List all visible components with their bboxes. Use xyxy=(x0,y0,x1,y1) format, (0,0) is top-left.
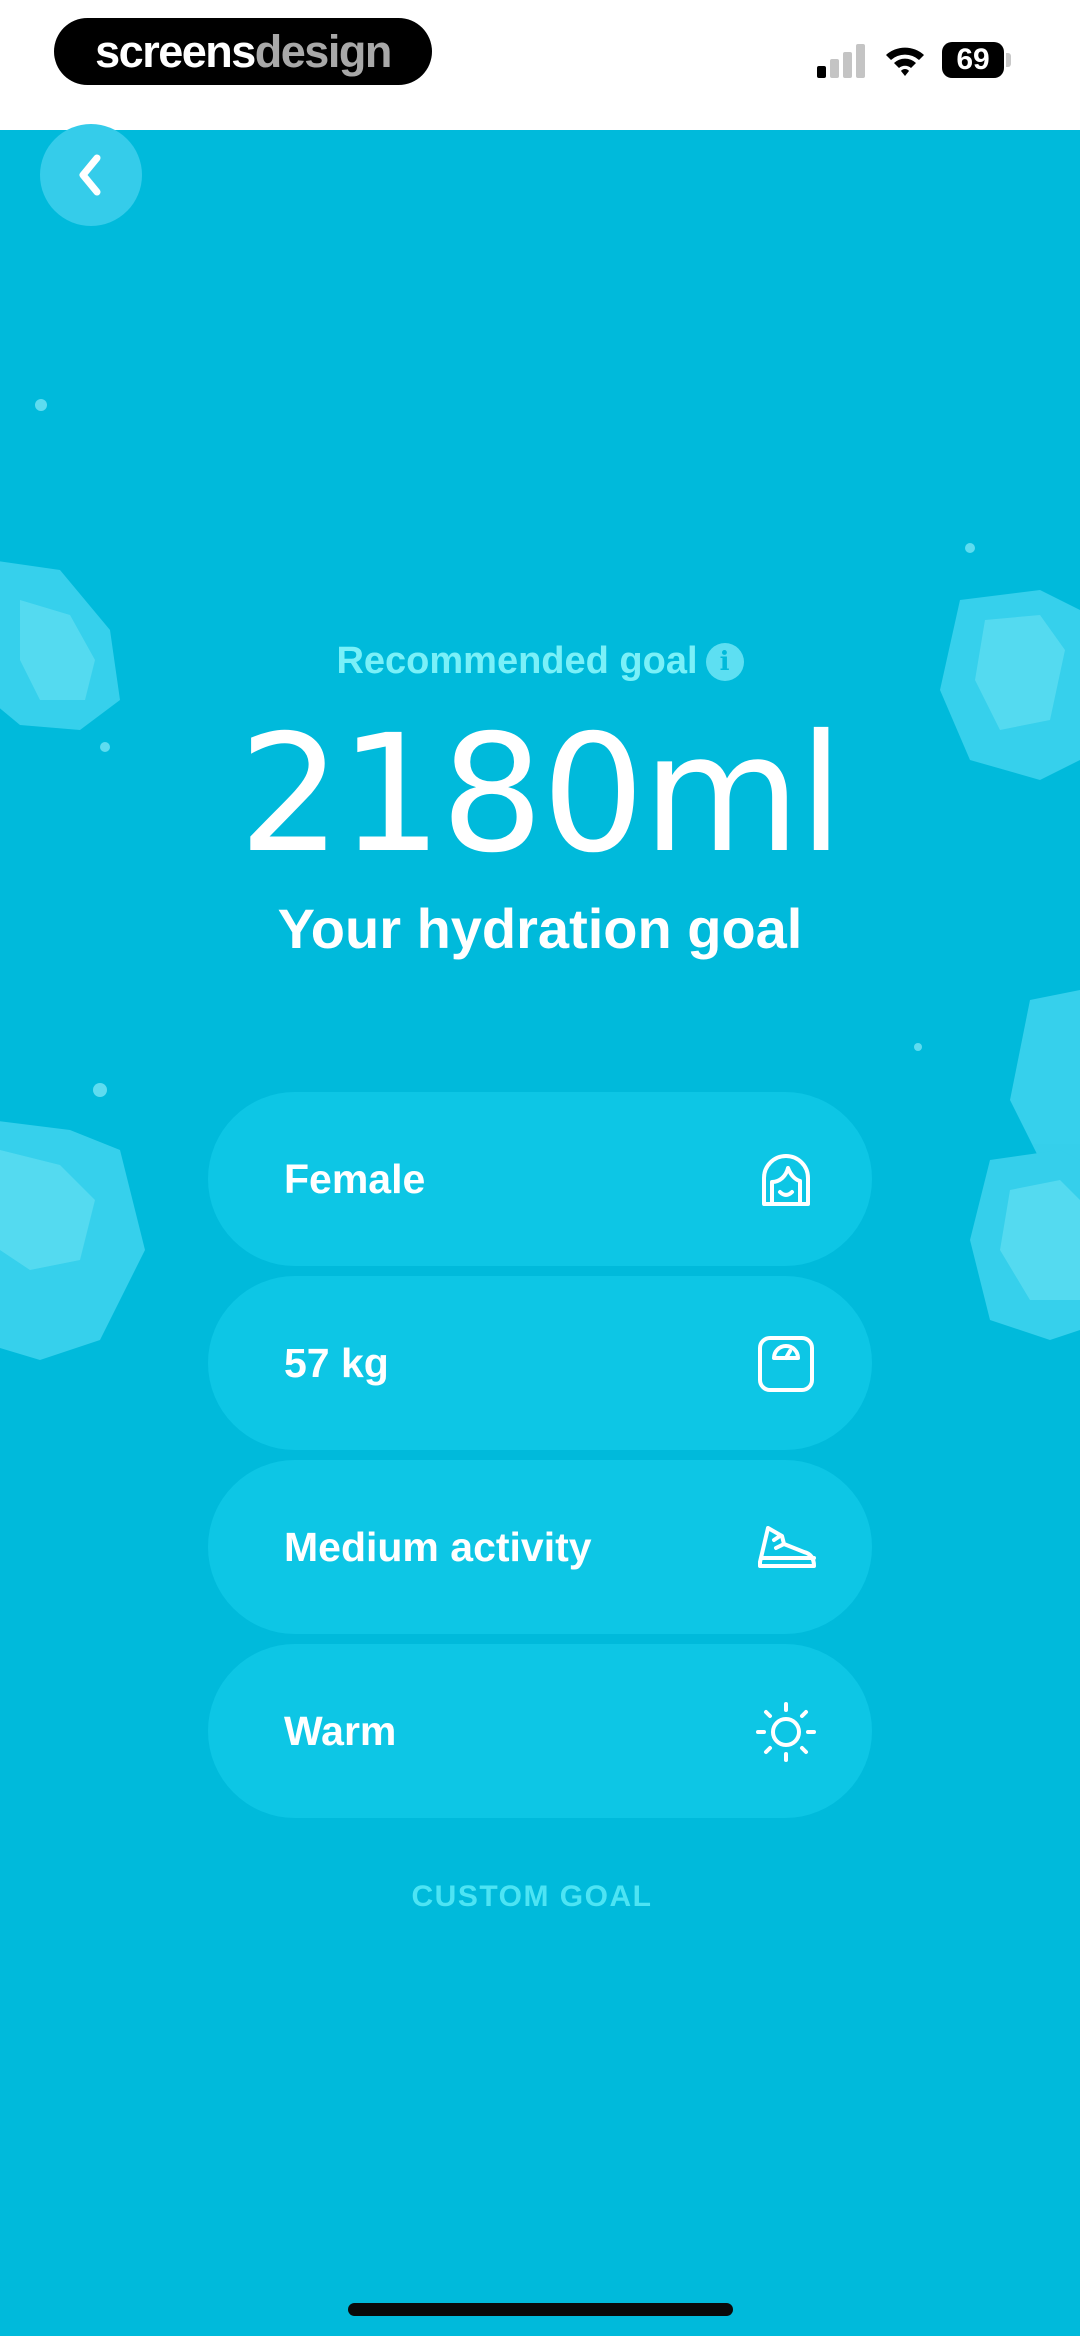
weight-option[interactable]: 57 kg xyxy=(208,1276,872,1450)
goal-amount: 2180ml xyxy=(238,701,843,889)
back-button[interactable] xyxy=(40,124,142,226)
info-icon[interactable]: i xyxy=(705,643,744,681)
option-label: Medium activity xyxy=(284,1524,592,1570)
activity-option[interactable]: Medium activity xyxy=(208,1460,872,1634)
screensdesign-logo: screensdesign xyxy=(54,18,432,85)
custom-goal-button[interactable]: CUSTOM GOAL xyxy=(0,1880,1064,1914)
cellular-signal-icon xyxy=(817,44,865,78)
sneaker-icon xyxy=(758,1526,816,1568)
brand-part-2: design xyxy=(254,26,393,77)
gender-option[interactable]: Female xyxy=(208,1092,872,1266)
option-label: 57 kg xyxy=(284,1340,389,1386)
scale-icon xyxy=(758,1336,814,1392)
recommended-goal-label: Recommended goal i xyxy=(0,640,1080,683)
sun-icon xyxy=(756,1702,816,1762)
battery-indicator: 69 xyxy=(942,42,1004,78)
page-title: Your hydration goal xyxy=(277,897,803,960)
option-label: Warm xyxy=(284,1708,397,1754)
chevron-left-icon xyxy=(79,154,101,196)
option-label: Female xyxy=(284,1156,426,1202)
recommended-goal-text: Recommended goal xyxy=(336,640,698,682)
water-wave-edge xyxy=(0,144,1080,178)
wifi-icon xyxy=(886,47,924,76)
battery-cap xyxy=(1006,53,1011,67)
female-face-icon xyxy=(762,1154,810,1206)
brand-part-1: screens xyxy=(95,26,256,77)
home-indicator[interactable] xyxy=(348,2303,733,2316)
weather-option[interactable]: Warm xyxy=(208,1644,872,1818)
